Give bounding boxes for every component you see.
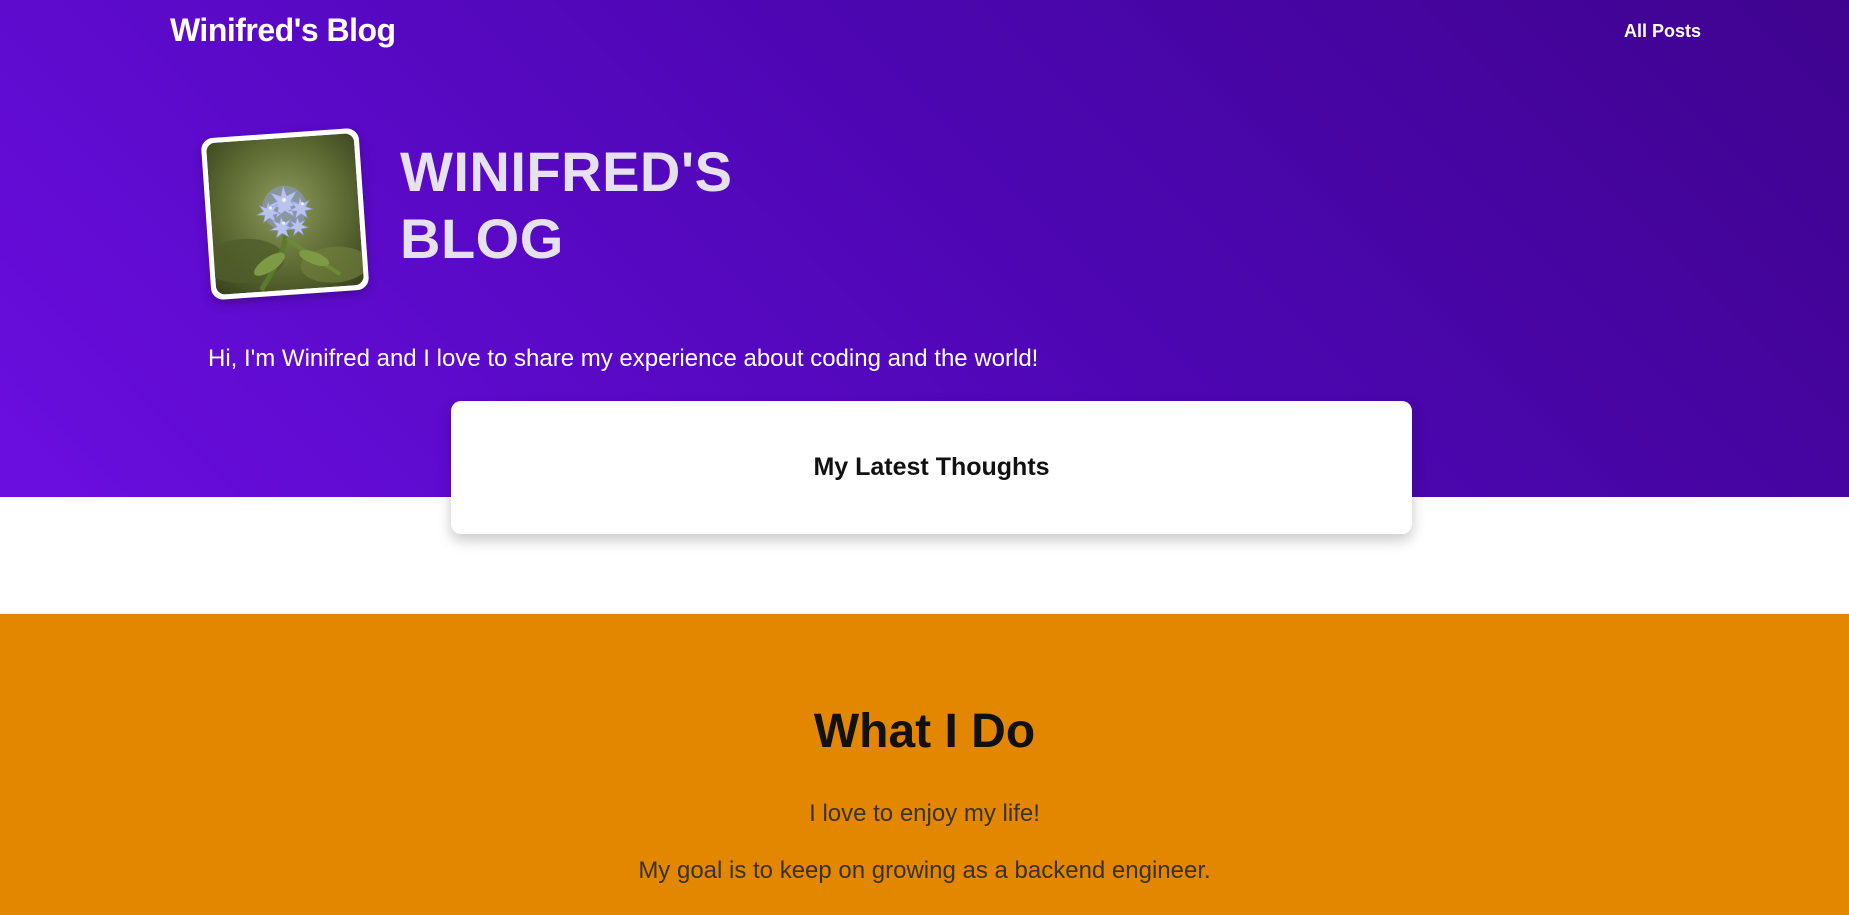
page-title-line-2: BLOG [400,207,564,270]
what-i-do-line: I love to enjoy my life! [809,800,1040,827]
latest-thoughts-card[interactable]: My Latest Thoughts [451,401,1412,534]
avatar [200,127,370,301]
what-i-do-title: What I Do [813,705,1036,758]
what-i-do-section: What I Do I love to enjoy my life! My go… [0,614,1849,915]
nav-link-all-posts[interactable]: All Posts [1624,21,1701,42]
brand-link[interactable]: Winifred's Blog [170,12,396,49]
what-i-do-line: My goal is to keep on growing as a backe… [638,857,1211,884]
page-title: WINIFRED'S BLOG [400,138,820,272]
hero-tagline: Hi, I'm Winifred and I love to share my … [208,345,1039,372]
page-title-line-1: WINIFRED'S [400,140,733,203]
latest-thoughts-title: My Latest Thoughts [813,453,1050,481]
avatar-flower-image [205,133,365,295]
